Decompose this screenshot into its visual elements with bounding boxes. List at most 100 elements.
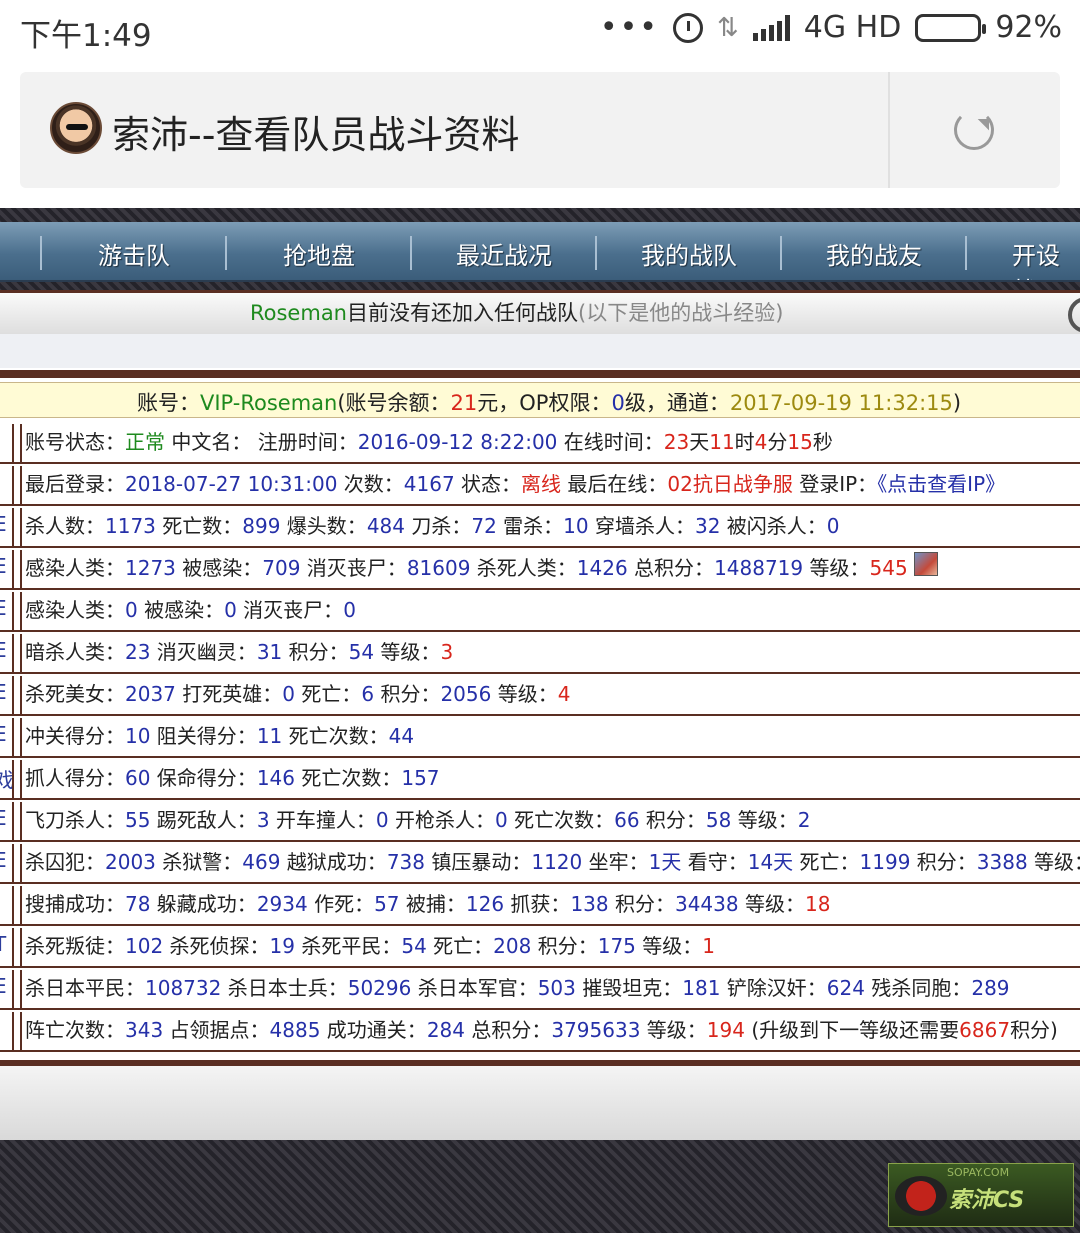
nav-separator (40, 236, 42, 270)
stat-value: 1天 (648, 850, 682, 874)
stat-label: 等级： (491, 682, 558, 706)
stat-label: 登录IP： (792, 472, 878, 496)
stat-label: 等级： (803, 556, 870, 580)
view-ip-link[interactable]: 《点击查看IP》 (877, 472, 1005, 496)
stat-value: 4 (754, 430, 768, 454)
row-left-cell: E (0, 844, 14, 882)
site-content: 游击队 抢地盘 最近战况 我的战队 我的战友 开设战 Roseman目前没有还加入任何战队… (0, 208, 1080, 1233)
row-left-char: 戏 (0, 764, 12, 793)
stats-row: 阵亡次数：343 占领据点：4885 成功通关：284 总积分：3795633 … (0, 1010, 1080, 1052)
stat-label: 躲藏成功： (150, 892, 257, 916)
stats-cell: 杀囚犯：2003 杀狱警：469 越狱成功：738 镇压暴动：1120 坐牢：1… (20, 844, 1080, 882)
stats-row: T 杀死叛徒：102 杀死侦探：19 杀死平民：54 死亡：208 积分：175 … (0, 926, 1080, 968)
stat-label: 暗杀人类： (25, 640, 125, 664)
stat-label: 死亡次数： (507, 808, 615, 832)
account-balance: 21 (450, 391, 478, 415)
browser-address-bar[interactable]: 索沛--查看队员战斗资料 (20, 72, 1060, 188)
nav-item[interactable]: 我的战友 (826, 236, 922, 271)
stat-value: 57 (374, 892, 400, 916)
stat-label: 最后登录： (25, 472, 125, 496)
stat-label: 踢死敌人： (150, 808, 257, 832)
stat-label: 等级： (731, 808, 798, 832)
player-name[interactable]: Roseman (250, 301, 347, 325)
stat-value: 2003 (105, 850, 156, 874)
balance-unit: 元，OP权限： (477, 391, 612, 415)
stat-value: 157 (401, 766, 440, 790)
row-left-cell: E (0, 508, 14, 546)
nav-item[interactable]: 开设战 (1012, 236, 1080, 280)
row-left-char: E (0, 638, 7, 662)
nav-item[interactable]: 我的战队 (641, 236, 737, 271)
stat-value: 11 (709, 430, 735, 454)
stat-label: 消灭幽灵： (150, 640, 257, 664)
notice-hint: (以下是他的战斗经验) (578, 301, 784, 325)
stat-label: 刀杀： (405, 514, 472, 538)
stat-value: 4167 (403, 472, 455, 496)
stat-value: 1488719 (714, 556, 804, 580)
stat-value: 4885 (269, 1018, 321, 1042)
network-type: 4G HD (803, 10, 902, 45)
stat-value: 1426 (576, 556, 628, 580)
stat-value: 194 (706, 1018, 745, 1042)
stat-value: 469 (242, 850, 281, 874)
stat-label: 积分： (639, 808, 706, 832)
row-left-char: T (0, 932, 6, 956)
stat-value: 1 (702, 934, 715, 958)
stat-value: 2056 (440, 682, 492, 706)
row-left-cell: E (0, 634, 14, 672)
stat-value: 81609 (406, 556, 471, 580)
row-left-char: E (0, 848, 7, 872)
row-left-char: E (0, 806, 7, 830)
stats-cell: 杀死美女：2037 打死英雄：0 死亡：6 积分：2056 等级：4 (20, 676, 1080, 714)
stat-value: 2 (797, 808, 811, 832)
stat-label: 雷杀： (496, 514, 564, 538)
row-left-cell: E (0, 802, 14, 840)
stat-label: 杀死美女： (25, 682, 125, 706)
stat-value: 正常 (125, 430, 165, 454)
stat-label: 死亡次数： (282, 724, 389, 748)
stat-label: 状态： (454, 472, 522, 496)
nav-item[interactable]: 抢地盘 (283, 236, 355, 271)
stat-value: 484 (366, 514, 405, 538)
stat-label: 杀日本军官： (411, 976, 538, 1000)
stat-label: 分 (767, 430, 788, 454)
stats-cell: 感染人类：1273 被感染：709 消灭丧尸：81609 杀死人类：1426 总… (20, 550, 1080, 588)
row-left-cell (0, 1012, 14, 1050)
stat-label: 积分： (608, 892, 675, 916)
stat-value: 18 (804, 892, 831, 916)
nav-item[interactable]: 游击队 (98, 236, 170, 271)
stat-label: 越狱成功： (280, 850, 387, 874)
row-left-char: E (0, 512, 7, 536)
stat-label: 秒 (812, 430, 833, 454)
reload-icon[interactable] (954, 110, 994, 150)
stat-value: 208 (493, 934, 532, 958)
row-left-char: E (0, 596, 7, 620)
stat-label: 死亡数： (155, 514, 243, 538)
stat-label: 开车撞人： (269, 808, 376, 832)
site-watermark-logo: SOPAY.COM 索沛CS (888, 1163, 1074, 1227)
stat-label: 天 (689, 430, 710, 454)
stats-cell: 杀人数：1173 死亡数：899 爆头数：484 刀杀：72 雷杀：10 穿墙杀… (20, 508, 1080, 546)
row-left-cell: 戏 (0, 760, 14, 798)
stat-value: 2934 (256, 892, 308, 916)
stat-value: 138 (570, 892, 609, 916)
row-left-cell (0, 424, 14, 462)
stat-label: 杀日本士兵： (221, 976, 348, 1000)
stat-label: 摧毁坦克： (575, 976, 683, 1000)
signal-icon (752, 14, 790, 41)
spacer-strip (0, 334, 1080, 368)
stat-value: 1199 (859, 850, 911, 874)
nav-item[interactable]: 最近战况 (456, 236, 552, 271)
stats-cell: 冲关得分：10 阻关得分：11 死亡次数：44 (20, 718, 1080, 756)
stats-cell: 最后登录：2018-07-27 10:31:00 次数：4167 状态：离线 最… (20, 466, 1080, 504)
stats-row: E 杀人数：1173 死亡数：899 爆头数：484 刀杀：72 雷杀：10 穿墙… (0, 506, 1080, 548)
scroll-knob-icon[interactable] (1068, 297, 1080, 333)
stat-label: 占领据点： (163, 1018, 270, 1042)
rank-avatar-icon (913, 552, 938, 576)
stat-value: 54 (401, 934, 427, 958)
stat-label: 死亡： (295, 682, 362, 706)
stat-label: 杀死叛徒： (25, 934, 125, 958)
stat-label: 总积分： (465, 1018, 552, 1042)
stat-label: 总积分： (627, 556, 715, 580)
address-bar-divider (888, 72, 890, 188)
